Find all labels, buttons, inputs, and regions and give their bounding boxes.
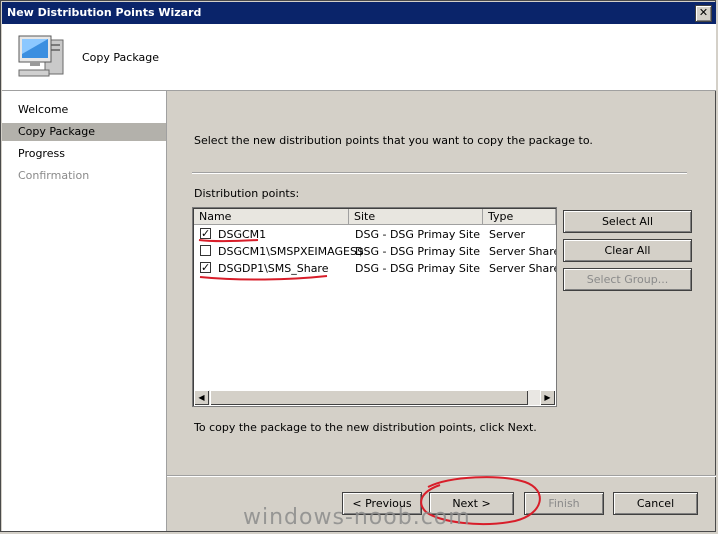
row-type: Server Share <box>489 262 557 275</box>
list-item[interactable]: ✓ DSGCM1 DSG - DSG Primay Site Server <box>194 226 556 243</box>
nav-item-welcome[interactable]: Welcome <box>2 101 166 119</box>
title-bar[interactable]: New Distribution Points Wizard ✕ <box>2 2 716 24</box>
scroll-left-arrow-icon[interactable]: ◀ <box>194 390 209 405</box>
wizard-content: Select the new distribution points that … <box>167 91 716 531</box>
list-item[interactable]: ✓ DSGDP1\SMS_Share DSG - DSG Primay Site… <box>194 260 556 277</box>
footer-divider <box>167 475 716 477</box>
row-checkbox[interactable]: ✓ <box>200 228 211 239</box>
nav-item-progress[interactable]: Progress <box>2 145 166 163</box>
row-site: DSG - DSG Primay Site <box>355 245 481 258</box>
row-name: DSGCM1 <box>218 228 267 241</box>
wizard-nav: Welcome Copy Package Progress Confirmati… <box>2 91 167 531</box>
column-header-site[interactable]: Site <box>349 209 483 225</box>
row-name: DSGCM1\SMSPXEIMAGES$ <box>218 245 364 258</box>
row-type: Server Share <box>489 245 557 258</box>
horizontal-scrollbar[interactable]: ◀ ▶ <box>194 390 555 405</box>
list-item[interactable]: DSGCM1\SMSPXEIMAGES$ DSG - DSG Primay Si… <box>194 243 556 260</box>
row-type: Server <box>489 228 526 241</box>
column-header-name[interactable]: Name <box>194 209 349 225</box>
footer-instruction: To copy the package to the new distribut… <box>194 421 537 434</box>
row-checkbox[interactable]: ✓ <box>200 262 211 273</box>
scroll-right-arrow-icon[interactable]: ▶ <box>540 390 555 405</box>
distribution-points-label: Distribution points: <box>194 187 300 200</box>
scrollbar-thumb[interactable] <box>210 390 528 405</box>
wizard-window: New Distribution Points Wizard ✕ Copy Pa… <box>0 0 716 532</box>
content-divider <box>192 172 687 174</box>
clear-all-button[interactable]: Clear All <box>563 239 692 262</box>
row-site: DSG - DSG Primay Site <box>355 262 481 275</box>
distribution-points-list[interactable]: Name Site Type ✓ DSGCM1 DSG - DSG Primay… <box>192 207 557 407</box>
nav-item-confirmation: Confirmation <box>18 169 90 182</box>
watermark: windows-noob.com <box>243 505 471 530</box>
computer-monitor-icon <box>18 35 64 77</box>
select-all-button[interactable]: Select All <box>563 210 692 233</box>
page-title: Copy Package <box>82 51 159 64</box>
row-site: DSG - DSG Primay Site <box>355 228 481 241</box>
nav-item-copy-package[interactable]: Copy Package <box>2 123 166 141</box>
close-button[interactable]: ✕ <box>695 5 712 22</box>
row-checkbox[interactable] <box>200 245 211 256</box>
select-group-button: Select Group... <box>563 268 692 291</box>
column-header-type[interactable]: Type <box>483 209 556 225</box>
instruction-text: Select the new distribution points that … <box>194 134 593 147</box>
finish-button: Finish <box>524 492 604 515</box>
window-title: New Distribution Points Wizard <box>7 6 202 19</box>
cancel-button[interactable]: Cancel <box>613 492 698 515</box>
wizard-header: Copy Package <box>2 24 716 91</box>
row-name: DSGDP1\SMS_Share <box>218 262 329 275</box>
